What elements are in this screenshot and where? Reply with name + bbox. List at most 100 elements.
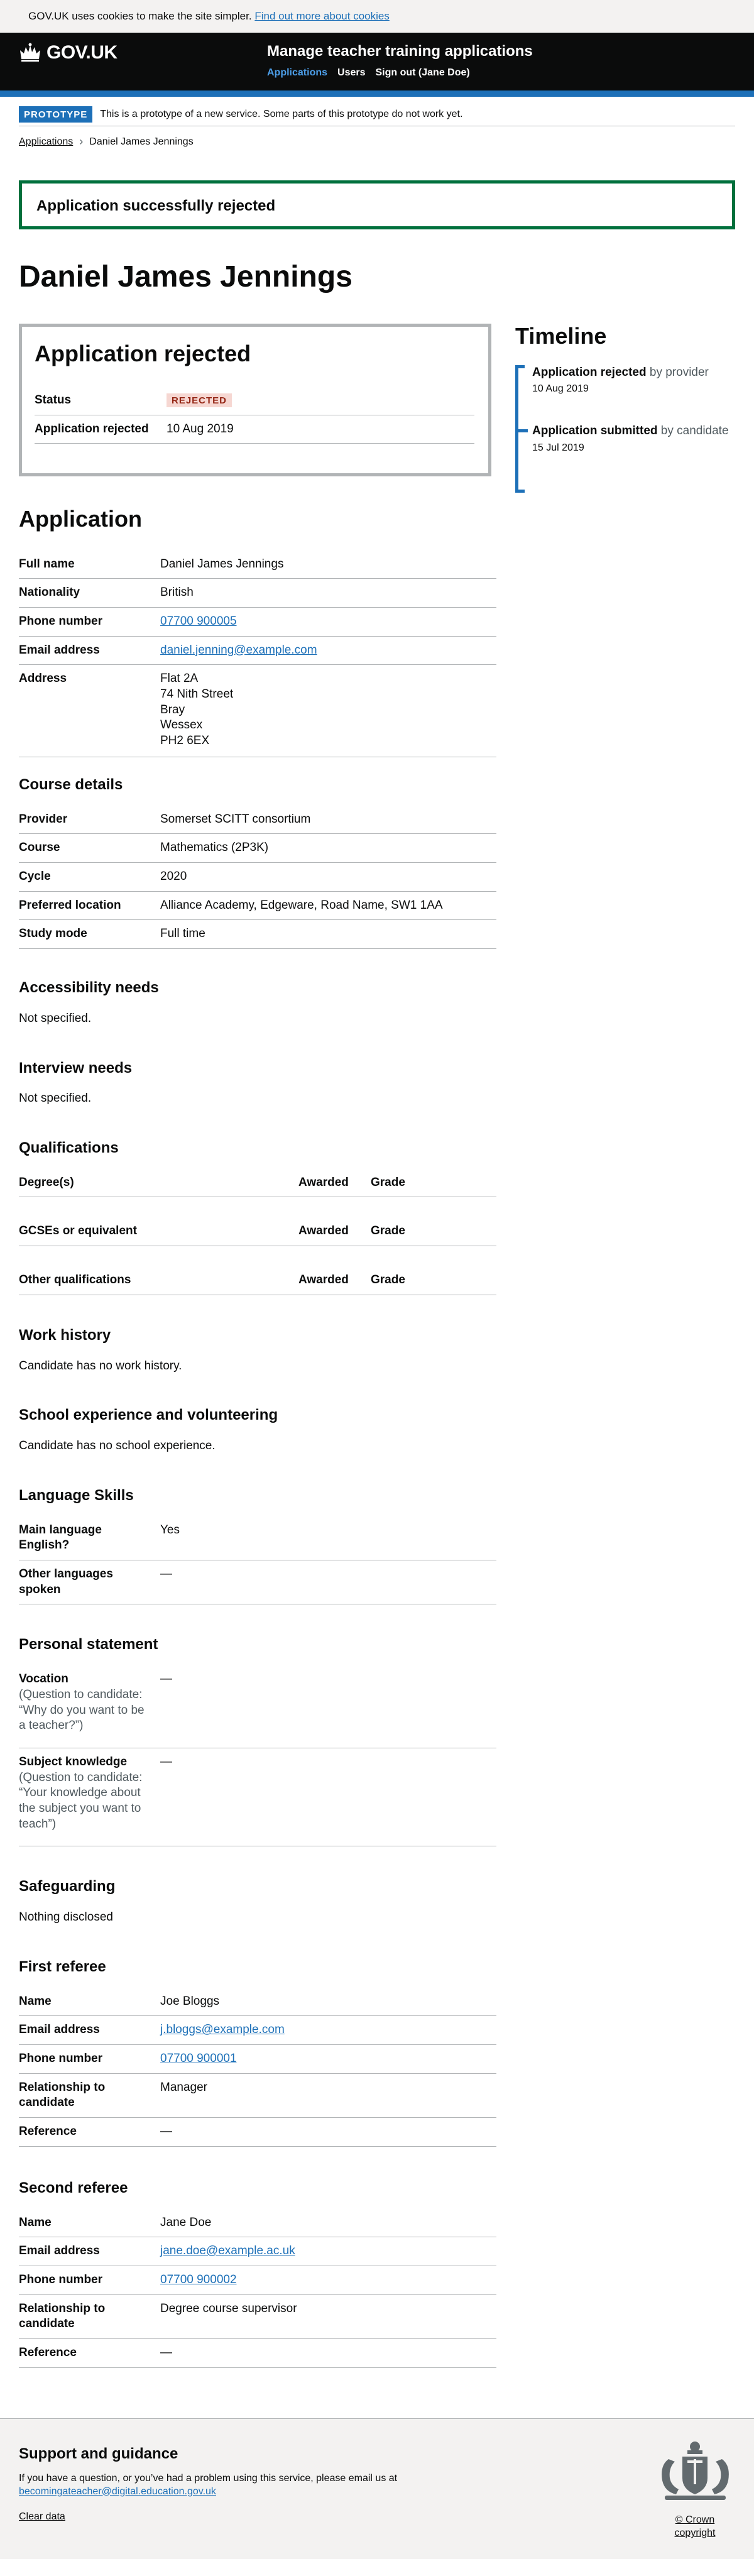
row-key: Relationship to candidate (19, 2080, 106, 2110)
rejected-date-value: 10 Aug 2019 (167, 422, 234, 436)
school-heading: School experience and volunteering (19, 1406, 278, 1424)
awarded-column: Awarded (298, 1224, 349, 1238)
row-key: Provider (19, 812, 68, 826)
row-key: Name (19, 2215, 52, 2229)
row-key: Reference (19, 2345, 77, 2359)
row-key: Cycle (19, 869, 51, 883)
status-key: Status (35, 393, 72, 407)
referee1-email-link[interactable]: j.bloggs@example.com (160, 2023, 285, 2036)
awarded-column: Awarded (298, 1273, 349, 1287)
crown-copyright-link[interactable]: © Crown copyright (675, 2514, 716, 2538)
row-value: Jane Doe (160, 2215, 212, 2229)
address-line: PH2 6EX (160, 734, 210, 748)
first-referee-summary: Name Joe Bloggs Email address j.bloggs@exa… (19, 1988, 496, 2147)
qualification-name: Degree(s) (19, 1175, 74, 1189)
row-value: British (160, 586, 194, 600)
grade-column: Grade (371, 1224, 405, 1238)
summary-row: Email address jane.doe@example.ac.uk (19, 2237, 496, 2266)
row-key: Email address (19, 2023, 100, 2037)
row-value: — (160, 1567, 172, 1581)
site-header: GOV.UK Manage teacher training applicati… (0, 33, 754, 97)
timeline-actor: by provider (649, 365, 709, 379)
timeline-event: Application submitted (532, 424, 658, 438)
summary-row: Relationship to candidate Degree course s… (19, 2295, 496, 2339)
phone-link[interactable]: 07700 900005 (160, 615, 237, 628)
summary-row: Address Flat 2A 74 Nith Street Bray Wess… (19, 665, 496, 757)
cookie-link[interactable]: Find out more about cookies (254, 10, 390, 22)
grade-column: Grade (371, 1175, 405, 1189)
row-value: — (160, 1755, 172, 1768)
timeline-event: Application rejected (532, 365, 647, 379)
summary-row: Reference — (19, 2339, 496, 2368)
grade-column: Grade (371, 1273, 405, 1287)
row-key: Preferred location (19, 898, 121, 912)
language-heading: Language Skills (19, 1486, 134, 1504)
summary-row: Preferred location Alliance Academy, Edge… (19, 892, 496, 921)
row-key: Email address (19, 2244, 100, 2258)
footer-text: If you have a question, or you’ve had a … (19, 2472, 735, 2499)
referee2-phone-link[interactable]: 07700 900002 (160, 2273, 237, 2286)
row-key: Phone number (19, 614, 103, 628)
row-value: Degree course supervisor (160, 2301, 297, 2315)
row-value: Daniel James Jennings (160, 557, 284, 571)
qualification-name: Other qualifications (19, 1273, 131, 1287)
row-key: Reference (19, 2125, 77, 2139)
address-line: Wessex (160, 718, 203, 732)
referee1-phone-link[interactable]: 07700 900001 (160, 2052, 237, 2065)
summary-row: Other languages spoken — (19, 1560, 496, 1605)
statement-key: Vocation (19, 1672, 68, 1686)
crest-graphic (661, 2441, 729, 2500)
clear-data-link[interactable]: Clear data (19, 2511, 65, 2522)
timeline-date: 15 Jul 2019 (532, 442, 584, 453)
phase-text: This is a prototype of a new service. So… (100, 108, 463, 119)
chevron-right-icon: › (79, 135, 84, 148)
row-key: Address (19, 672, 67, 686)
qualification-name: GCSEs or equivalent (19, 1224, 137, 1238)
timeline-item: Application rejected by provider 10 Aug … (532, 365, 735, 396)
second-referee-summary: Name Jane Doe Email address jane.doe@examp… (19, 2209, 496, 2368)
timeline: Timeline Application rejected by provide… (496, 324, 735, 2368)
course-heading: Course details (19, 776, 123, 793)
nav-applications[interactable]: Applications (267, 67, 327, 80)
footer-email-link[interactable]: becomingateacher@digital.education.gov.u… (19, 2486, 216, 2497)
row-key: Main language English? (19, 1523, 102, 1552)
header-nav: Applications Users Sign out (Jane Doe) (267, 67, 470, 80)
interview-text: Not specified. (19, 1092, 92, 1105)
summary-row: Name Joe Bloggs (19, 1988, 496, 2017)
phase-banner: PROTOTYPE This is a prototype of a new s… (19, 97, 735, 126)
crown-icon (20, 43, 40, 62)
summary-row: Phone number 07700 900002 (19, 2266, 496, 2295)
row-value: — (160, 2345, 172, 2359)
referee2-email-link[interactable]: jane.doe@example.ac.uk (160, 2244, 295, 2257)
row-key: Nationality (19, 586, 80, 600)
address-line: Bray (160, 703, 185, 716)
timeline-item: Application submitted by candidate 15 Ju… (518, 424, 735, 454)
govuk-logo[interactable]: GOV.UK (19, 40, 117, 65)
status-panel-title: Application rejected (35, 341, 251, 366)
breadcrumb-applications[interactable]: Applications (19, 136, 73, 149)
qualification-header-row: Other qualifications Awarded Grade (19, 1266, 496, 1295)
email-link[interactable]: daniel.jenning@example.com (160, 644, 317, 657)
summary-row: Reference — (19, 2118, 496, 2147)
row-key: Relationship to candidate (19, 2301, 106, 2331)
second-referee-heading: Second referee (19, 2179, 128, 2196)
summary-row: Name Jane Doe (19, 2209, 496, 2238)
summary-row: Email address daniel.jenning@example.com (19, 637, 496, 666)
row-key: Other languages spoken (19, 1567, 113, 1596)
address-value: Flat 2A 74 Nith Street Bray Wessex PH2 6… (160, 671, 496, 748)
accessibility-text: Not specified. (19, 1011, 92, 1025)
language-summary: Main language English? Yes Other language… (19, 1516, 496, 1605)
nav-users[interactable]: Users (337, 67, 365, 80)
safeguarding-text: Nothing disclosed (19, 1910, 113, 1924)
row-key: Email address (19, 643, 100, 657)
nav-sign-out[interactable]: Sign out (Jane Doe) (376, 67, 470, 80)
summary-row: Provider Somerset SCITT consortium (19, 806, 496, 835)
application-summary: Full name Daniel James Jennings National… (19, 551, 496, 757)
timeline-heading: Timeline (515, 323, 607, 349)
status-panel: Application rejected Status REJECTED App… (19, 324, 491, 476)
service-name[interactable]: Manage teacher training applications (267, 41, 533, 61)
rejected-date-row: Application rejected 10 Aug 2019 (35, 415, 474, 444)
summary-row: Course Mathematics (2P3K) (19, 834, 496, 863)
first-referee-heading: First referee (19, 1958, 106, 1975)
royal-coat-of-arms-icon: © Crown copyright (655, 2440, 735, 2540)
